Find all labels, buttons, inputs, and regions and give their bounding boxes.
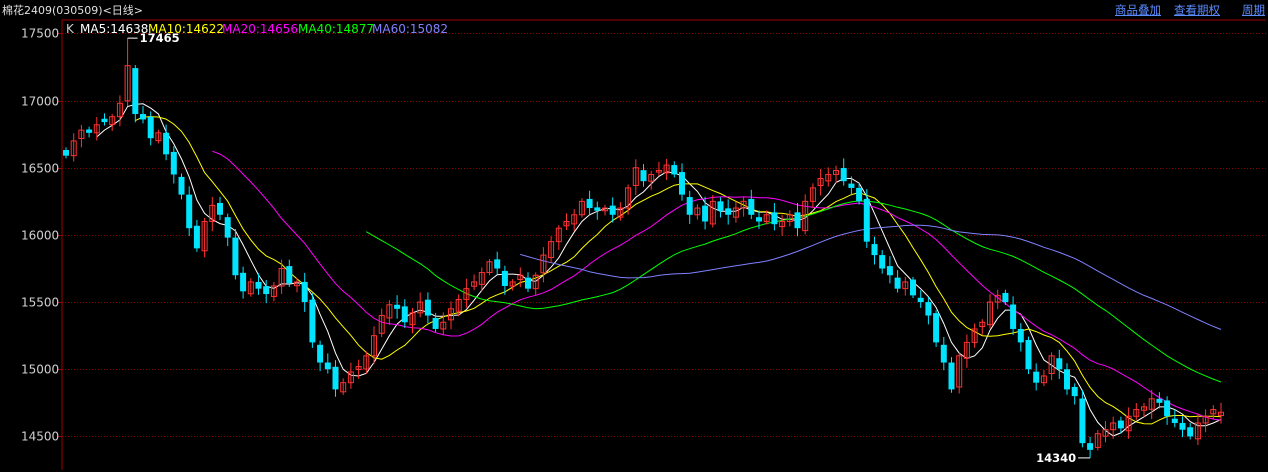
ma5-line [96,103,1222,437]
candle-body [317,344,324,363]
y-tick-label: 15500 [21,296,59,310]
candle-body [940,344,947,363]
candle-body [886,266,893,276]
candle-body [86,129,93,133]
y-tick-label: 16000 [21,229,59,243]
candle-body [856,187,863,202]
candle-body [925,302,932,316]
candle-body [525,277,531,289]
candle-body [863,198,870,242]
candle-body [917,297,924,303]
candle-body [671,165,678,175]
candle-body [1117,420,1124,429]
candle-body [240,272,247,292]
candle-body [1010,304,1017,329]
moving-average-layer [96,103,1222,437]
ma60-line [520,224,1222,330]
candle-body [1187,427,1194,437]
candle-body [725,208,732,215]
candle-body [132,68,139,115]
ma10-line [135,116,1222,425]
ma40-line [366,200,1222,383]
candle-body [640,170,647,182]
candle-body [1017,328,1024,343]
candle-body [756,217,762,222]
candle-body [717,201,724,211]
legend-ma5: MA5:14638 [80,22,148,36]
candle-body [1064,369,1070,390]
candle-body [301,281,308,303]
candle-body [948,362,955,390]
candle-body [163,132,170,155]
candle-body [140,114,146,120]
candle-body [1056,358,1063,370]
candle-body [848,183,855,188]
candle-body [894,277,901,289]
candle-body [702,205,709,222]
candle-body [432,317,439,329]
candle-body [1002,292,1009,303]
candle-body [178,176,185,195]
candle-body [232,237,239,276]
candle-body [147,116,154,139]
candle-body [686,197,693,215]
candlestick-chart[interactable]: 17500 17000 16500 16000 15500 15000 14500 K MA5… [0,0,1268,472]
legend-ma40: MA40:14877 [298,22,374,36]
candle-body [910,279,916,296]
label-layer: K MA5:14638 MA10:14622MA20:14656 MA40:14877… [66,22,1091,465]
candle-body [324,362,331,370]
candle-body [401,306,408,323]
candle-body [871,244,878,256]
candle-body [794,212,801,229]
candle-body [679,172,685,195]
high-price-label: 17465 [140,31,180,45]
candle-body [879,255,886,269]
candle-body [586,198,593,209]
candle-body [1087,443,1094,450]
grid-layer: 17500 17000 16500 16000 15500 15000 14500 [21,19,1266,470]
candle-body [1071,386,1078,397]
candle-body [63,150,69,156]
candle-body [609,205,616,215]
candle-body [424,299,431,316]
candle-body [1156,398,1163,403]
y-tick-label: 17000 [21,95,59,109]
candle-body [309,299,316,343]
candle-body [186,194,193,229]
candle-body [193,225,200,249]
legend-k-label: K [66,22,75,36]
candle-body [255,281,262,289]
candle-body [332,366,339,390]
candle-body [217,202,223,215]
candle-body [170,151,177,175]
candle-body [501,270,508,286]
legend-ma60: MA60:15082 [372,22,448,36]
candle-body [771,212,778,225]
candle-body [840,168,847,182]
candle-body [101,118,108,123]
candle-body [1033,371,1040,383]
legend-ma20: MA20:14656 [222,22,298,36]
candle-body [394,304,401,309]
candle-body [263,286,270,295]
candle-body [1179,422,1186,430]
y-tick-label: 16500 [21,162,59,176]
candle-body [494,259,501,269]
candle-body [1079,398,1086,444]
candle-body [748,198,755,215]
y-tick-label: 17500 [21,27,59,41]
candle-body [286,266,293,284]
candle-body [594,207,601,211]
candle-body [1164,400,1171,417]
candle-body [1171,418,1178,423]
candle-body [224,217,231,238]
candle-body [1025,339,1032,370]
y-tick-label: 15000 [21,363,59,377]
y-tick-label: 14500 [21,430,59,444]
low-price-label: 14340 [1036,451,1076,465]
candle-body [933,313,940,343]
